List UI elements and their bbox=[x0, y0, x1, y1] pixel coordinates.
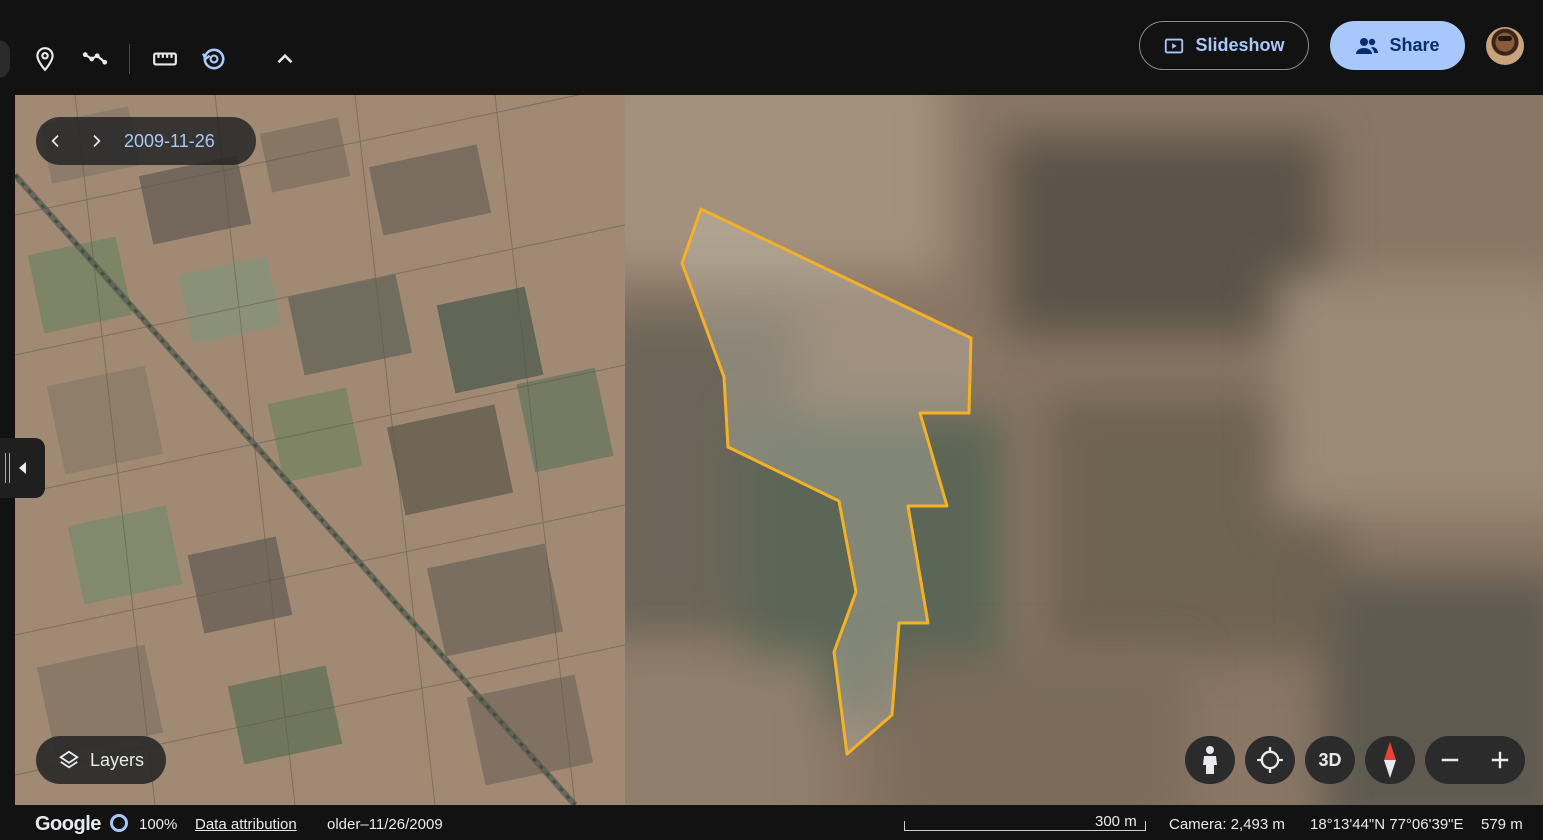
elevation: 579 m bbox=[1481, 816, 1523, 833]
coordinates: 18°13'44"N 77°06'39"E bbox=[1310, 816, 1464, 833]
google-logo: Google bbox=[35, 813, 101, 835]
minus-icon bbox=[1441, 758, 1459, 762]
view-3d-button[interactable]: 3D bbox=[1305, 736, 1355, 784]
load-percent: 100% bbox=[139, 816, 178, 833]
placemark-icon[interactable] bbox=[28, 42, 62, 76]
drag-handle[interactable] bbox=[5, 453, 10, 483]
pegman-icon bbox=[1203, 746, 1217, 774]
search-box-edge[interactable] bbox=[0, 40, 10, 78]
previous-date-button[interactable] bbox=[36, 117, 76, 165]
my-location-icon bbox=[1257, 747, 1283, 773]
street-view-button[interactable] bbox=[1185, 736, 1235, 784]
historical-imagery-icon[interactable] bbox=[197, 42, 231, 76]
chevron-right-icon bbox=[93, 135, 101, 147]
area-polygon[interactable] bbox=[15, 95, 1543, 805]
share-button[interactable]: Share bbox=[1330, 21, 1465, 70]
layers-button[interactable]: Layers bbox=[36, 736, 166, 784]
slideshow-button[interactable]: Slideshow bbox=[1139, 21, 1309, 70]
zoom-controls bbox=[1425, 736, 1525, 784]
scale-label: 300 m bbox=[1095, 813, 1137, 830]
loading-ring-icon bbox=[110, 814, 128, 832]
collapse-chevron-icon[interactable] bbox=[268, 42, 302, 76]
caret-left-icon bbox=[18, 462, 26, 474]
side-panel-toggle[interactable] bbox=[0, 438, 45, 498]
layers-icon bbox=[59, 750, 79, 769]
slideshow-icon bbox=[1165, 38, 1184, 53]
slideshow-label: Slideshow bbox=[1195, 35, 1285, 55]
zoom-in-button[interactable] bbox=[1475, 736, 1525, 784]
toolbar-divider bbox=[129, 44, 130, 74]
camera-altitude: Camera: 2,493 m bbox=[1169, 816, 1285, 833]
avatar[interactable] bbox=[1486, 27, 1524, 65]
status-bar: Google 100% Data attribution older–11/26… bbox=[0, 805, 1543, 840]
imagery-date: 2009-11-26 bbox=[124, 130, 215, 151]
map-view[interactable] bbox=[15, 95, 1543, 805]
next-date-button[interactable] bbox=[76, 117, 116, 165]
ruler-icon[interactable] bbox=[148, 42, 182, 76]
compass-button[interactable] bbox=[1365, 736, 1415, 784]
share-label: Share bbox=[1389, 35, 1440, 55]
compass-icon bbox=[1384, 742, 1396, 778]
people-icon bbox=[1356, 37, 1379, 54]
plus-icon bbox=[1491, 751, 1509, 769]
data-attribution-link[interactable]: Data attribution bbox=[195, 816, 297, 833]
layers-label: Layers bbox=[89, 749, 145, 770]
chevron-left-icon bbox=[51, 135, 59, 147]
my-location-button[interactable] bbox=[1245, 736, 1295, 784]
historical-date-selector: 2009-11-26 bbox=[36, 117, 256, 165]
zoom-out-button[interactable] bbox=[1425, 736, 1475, 784]
top-toolbar: Slideshow Share bbox=[0, 0, 1543, 95]
imagery-date-range: older–11/26/2009 bbox=[327, 816, 443, 833]
path-icon[interactable] bbox=[78, 42, 112, 76]
